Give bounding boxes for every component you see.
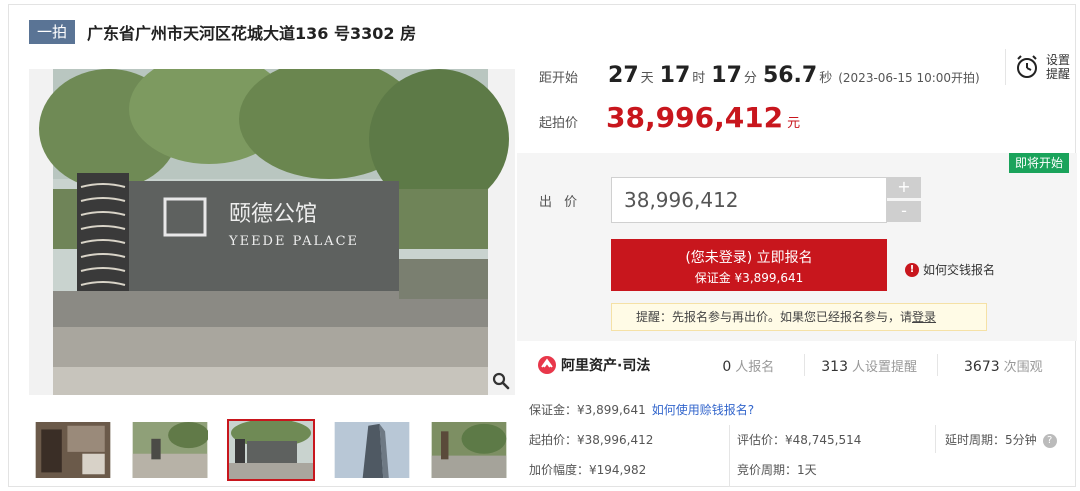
info-icon: ! <box>905 262 919 277</box>
countdown-hours: 17 <box>659 63 691 88</box>
bid-increment: 加价幅度：¥194,982 <box>529 463 647 477</box>
thumbnail-strip <box>33 419 526 481</box>
thumbnail-tower[interactable] <box>332 420 412 480</box>
countdown-start-note: (2023-06-15 10:00开拍) <box>838 71 980 85</box>
stats-bar: 阿里资产·司法 0 人报名 313 人设置提醒 3673 次围观 <box>517 349 1077 381</box>
countdown-label: 距开始 <box>539 71 579 86</box>
view-count: 3673 次围观 <box>964 356 1043 375</box>
signup-count-number: 0 <box>722 358 732 375</box>
appraisal-price: 评估价：¥48,745,514 <box>737 433 862 447</box>
start-price: 起拍价 38,996,412 元 <box>539 101 800 134</box>
start-price-detail: 起拍价：¥38,996,412 <box>529 433 654 447</box>
status-badge: 即将开始 <box>1008 153 1069 173</box>
signup-button[interactable]: (您未登录) 立即报名 保证金 ¥3,899,641 <box>611 239 887 291</box>
how-to-signup-label: 如何交钱报名 <box>923 263 996 277</box>
view-count-label: 次围观 <box>1003 359 1043 375</box>
delay-period-value: 延时周期：5分钟 <box>945 433 1037 447</box>
bid-period: 竞价周期：1天 <box>737 463 817 477</box>
view-count-number: 3673 <box>964 358 1000 375</box>
countdown-days: 27 <box>608 63 639 88</box>
delay-period: 延时周期：5分钟? <box>945 431 1057 448</box>
ali-assets-brand: 阿里资产·司法 <box>561 358 651 374</box>
reminder-count: 313 人设置提醒 <box>821 356 917 375</box>
help-icon[interactable]: ? <box>1042 433 1057 448</box>
thumbnail-interior[interactable] <box>33 420 113 480</box>
sign-line1: 颐德公馆 <box>229 202 317 227</box>
deposit-row: 保证金：¥3,899,641 如何使用赊钱报名? <box>529 401 754 418</box>
start-price-value: 38,996,412 <box>606 101 784 134</box>
login-reminder-text: 提醒：先报名参与再出价。如果您已经报名参与，请 <box>636 310 913 324</box>
increase-bid-button[interactable]: + <box>887 177 921 198</box>
login-reminder-bar: 提醒：先报名参与再出价。如果您已经报名参与，请登录 <box>611 303 987 331</box>
reminder-count-label: 人设置提醒 <box>852 359 918 375</box>
divider <box>804 354 806 376</box>
countdown-minutes: 17 <box>711 63 742 88</box>
magnifier-icon[interactable] <box>491 371 511 391</box>
divider <box>935 425 936 453</box>
signup-count: 0 人报名 <box>722 356 774 375</box>
bid-amount-input[interactable]: 38,996,412 <box>611 177 887 223</box>
reminder-count-number: 313 <box>821 358 848 375</box>
ali-assets-icon <box>538 356 556 374</box>
sign-line2: YEEDE PALACE <box>228 234 359 249</box>
property-photo-image: 颐德公馆 YEEDE PALACE <box>29 69 515 395</box>
deposit-value: 保证金：¥3,899,641 <box>529 403 646 417</box>
signup-deposit-label: 保证金 ¥3,899,641 <box>694 271 804 285</box>
decrease-bid-button[interactable]: - <box>887 201 921 222</box>
countdown-seconds: 56.7 <box>762 63 818 88</box>
auction-card: 一拍 广东省广州市天河区花城大道136 号3302 房 颐德公馆 YEEDE P… <box>8 4 1077 487</box>
countdown: 距开始 27 天 17 时 17 分 56.7 秒 (2023-06-15 10… <box>539 63 980 88</box>
thumbnail-entrance[interactable] <box>130 420 210 480</box>
countdown-minutes-unit: 分 <box>743 71 757 86</box>
alarm-clock-icon <box>1017 55 1037 78</box>
set-reminder-button[interactable]: 设置提醒 <box>1005 49 1074 85</box>
countdown-hours-unit: 时 <box>692 71 706 86</box>
thumbnail-garden[interactable] <box>429 420 509 480</box>
signup-count-label: 人报名 <box>735 359 775 375</box>
start-price-label: 起拍价 <box>539 116 579 131</box>
ali-assets-logo: 阿里资产·司法 <box>537 355 650 375</box>
thumbnail-sign[interactable] <box>227 419 315 481</box>
how-to-signup-link[interactable]: ! 如何交钱报名 <box>905 261 995 278</box>
divider <box>729 425 730 487</box>
title-row: 一拍 广东省广州市天河区花城大道136 号3302 房 <box>29 19 416 45</box>
start-price-unit: 元 <box>787 116 801 131</box>
main-photo[interactable]: 颐德公馆 YEEDE PALACE <box>29 69 515 395</box>
countdown-days-unit: 天 <box>640 71 654 86</box>
bid-panel: 即将开始 出 价 38,996,412 + - (您未登录) 立即报名 保证金 … <box>517 153 1077 341</box>
deposit-help-link[interactable]: 如何使用赊钱报名? <box>652 403 754 417</box>
countdown-seconds-unit: 秒 <box>819 71 833 86</box>
auction-round-tag: 一拍 <box>29 20 76 44</box>
signup-button-label: (您未登录) 立即报名 <box>685 250 813 266</box>
login-link[interactable]: 登录 <box>912 310 936 324</box>
page-title: 广东省广州市天河区花城大道136 号3302 房 <box>87 24 417 43</box>
divider <box>937 354 939 376</box>
set-reminder-label: 设置提醒 <box>1046 53 1071 81</box>
bid-label: 出 价 <box>539 195 582 210</box>
